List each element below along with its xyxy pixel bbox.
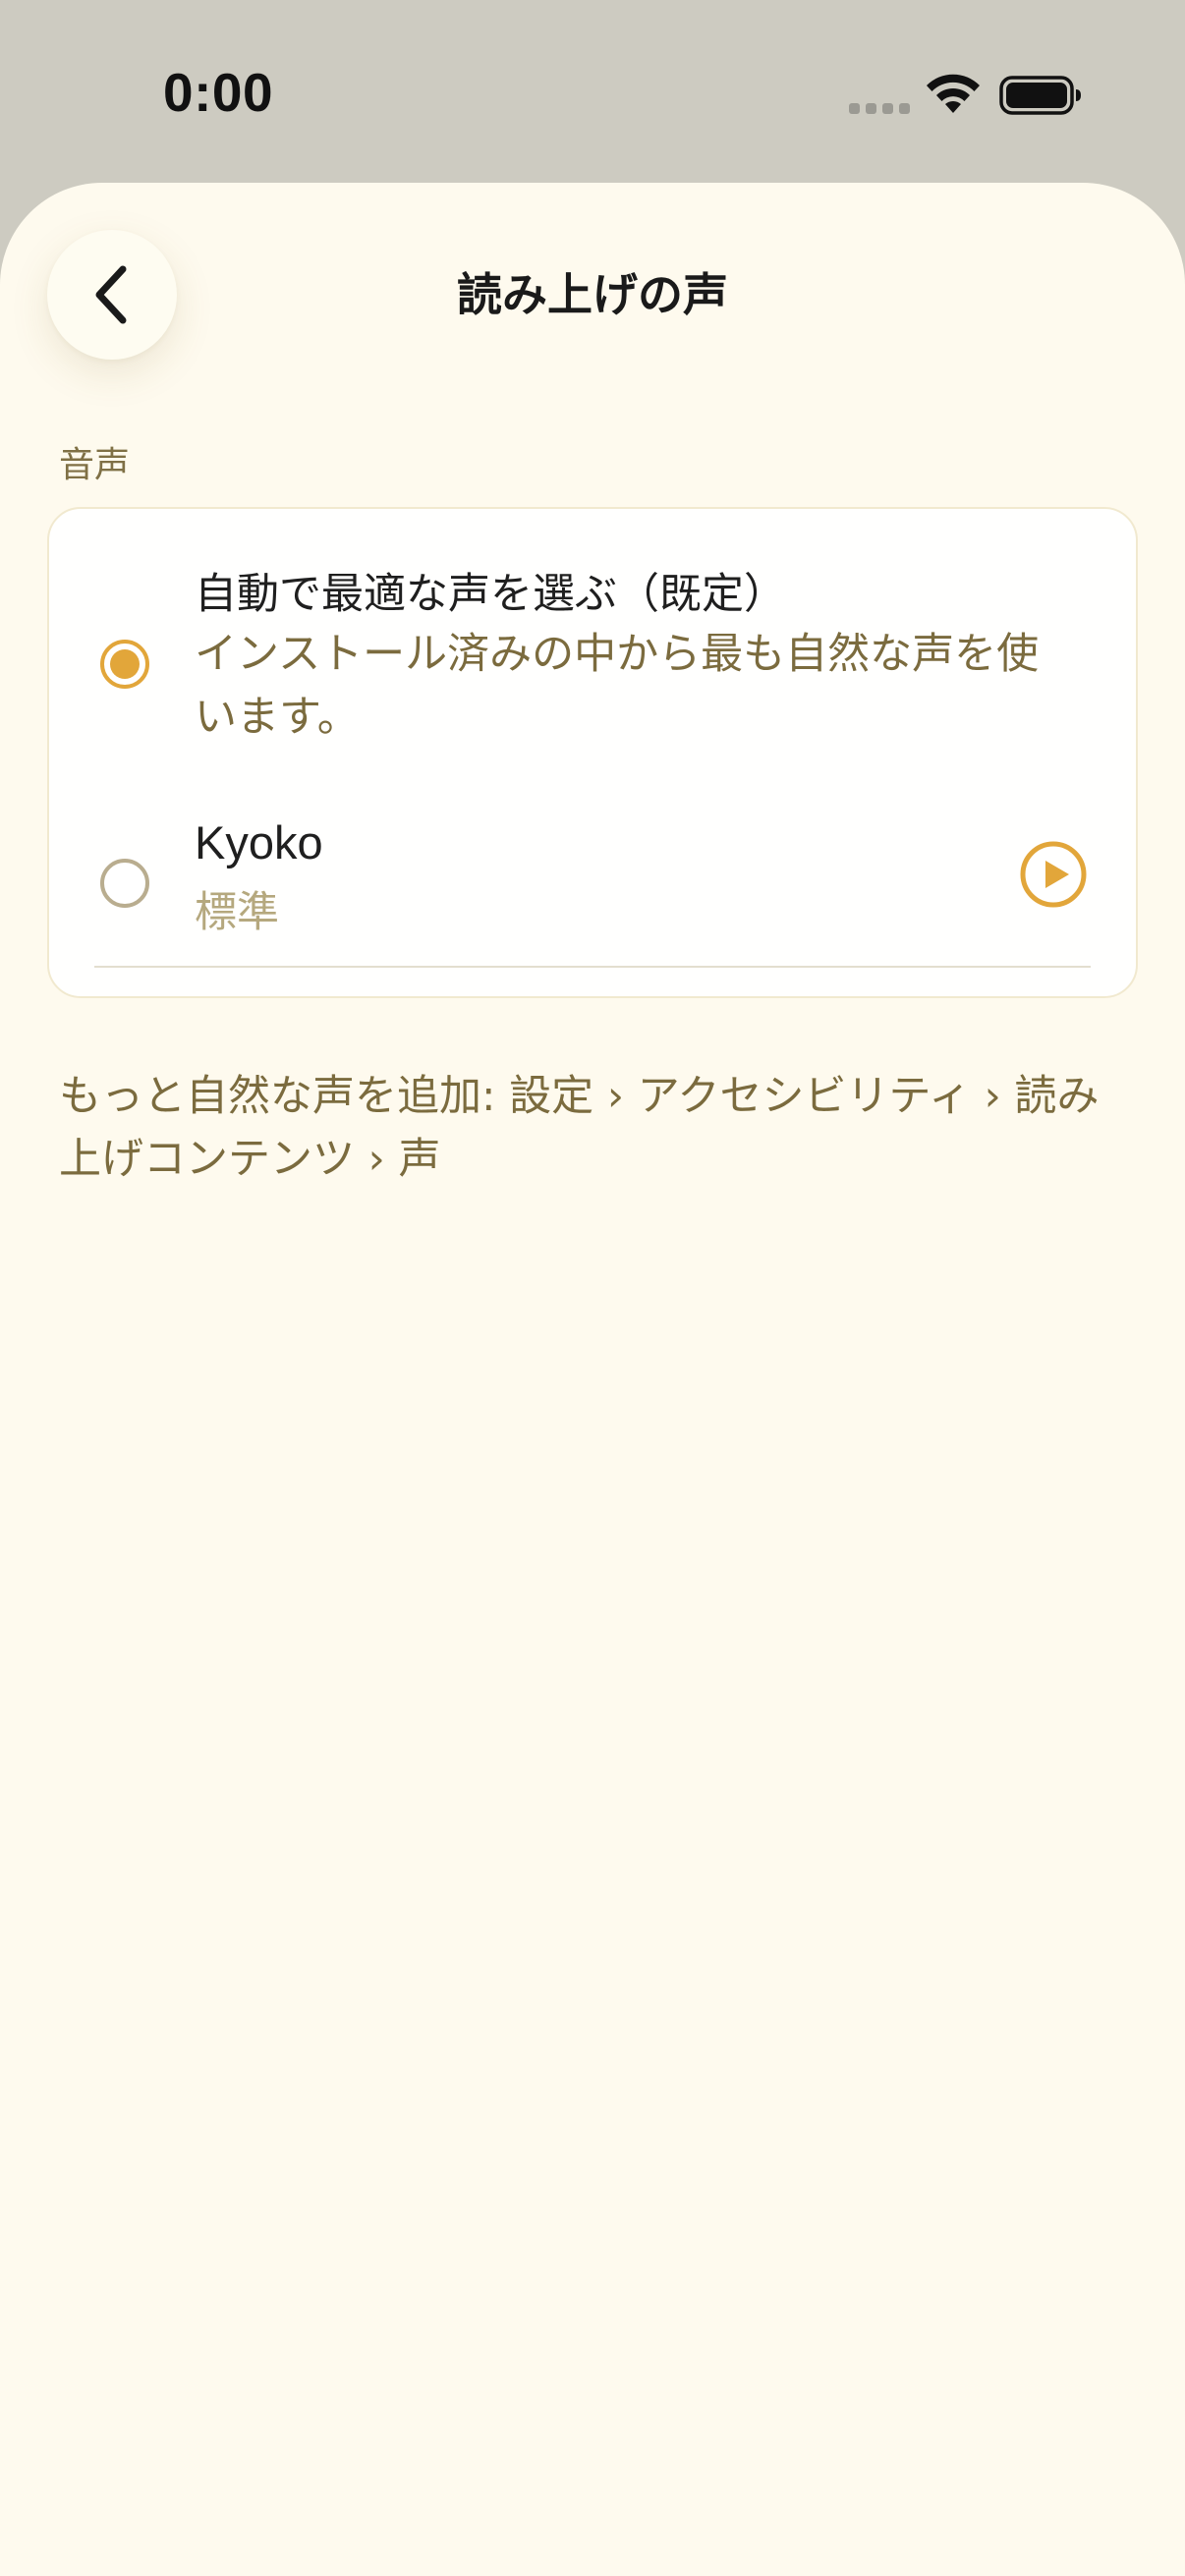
settings-sheet: 読み上げの声 音声 自動で最適な声を選ぶ（既定） インストール済みの中から最も自… [0,183,1185,2576]
page-title: 読み上げの声 [457,268,728,321]
voice-option-kyoko-subtitle: 標準 [195,888,279,937]
footer-note: もっと自然な声を追加: 設定 › アクセシビリティ › 読み上げコンテンツ › … [59,1072,1100,1184]
play-icon[interactable] [1020,841,1087,908]
wifi-icon [927,74,980,113]
radio-button-selected[interactable] [100,640,149,689]
divider [94,966,1091,968]
battery-icon [999,76,1081,115]
status-time: 0:00 [163,62,274,123]
cellular-signal-icon [849,103,910,114]
voice-option-auto-description: インストール済みの中から最も自然な声を使います。 [195,630,1040,742]
status-bar: 0:00 [0,0,1185,183]
section-label-voice: 音声 [59,445,131,485]
voice-options-card: 自動で最適な声を選ぶ（既定） インストール済みの中から最も自然な声を使います。 … [47,507,1138,998]
voice-option-auto-title: 自動で最適な声を選ぶ（既定） [195,570,786,619]
radio-button-unselected[interactable] [100,859,149,908]
voice-option-kyoko-title: Kyoko [195,816,323,868]
